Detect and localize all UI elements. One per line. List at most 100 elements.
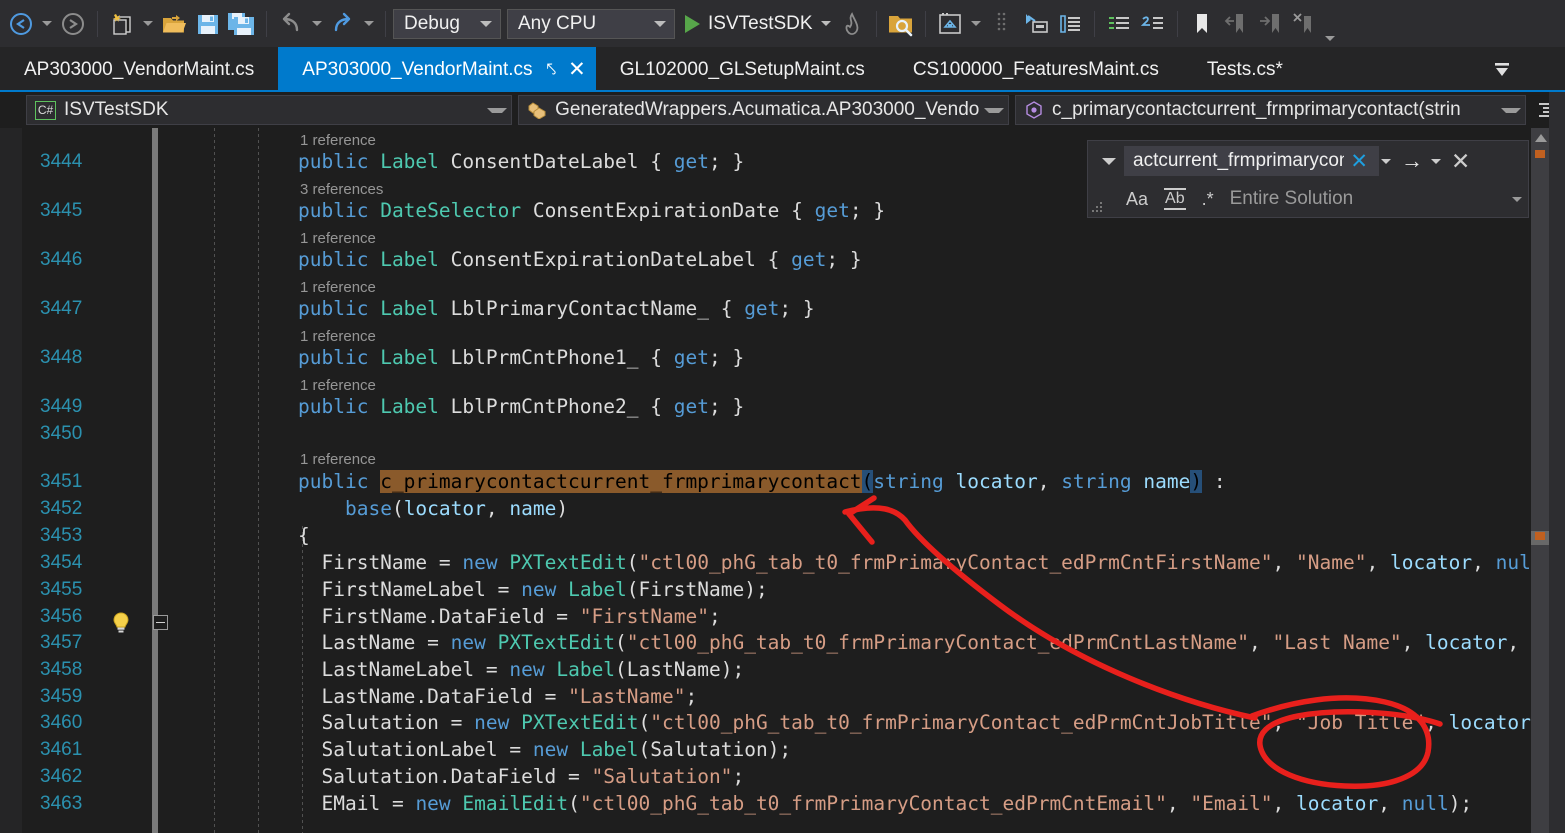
code-line[interactable]: 3450: [0, 420, 1565, 447]
code-line-text[interactable]: public Label LblPrimaryContactName_ { ge…: [298, 297, 815, 320]
next-bookmark-icon[interactable]: [1253, 4, 1287, 44]
toolbox-drag-handle[interactable]: [985, 4, 1019, 44]
navigate-backward-icon[interactable]: [4, 4, 38, 44]
code-line-text[interactable]: public c_primarycontactcurrent_frmprimar…: [298, 470, 1226, 493]
navigate-backward-dropdown[interactable]: [38, 21, 56, 26]
new-project-icon[interactable]: [105, 4, 139, 44]
codelens-reference-count[interactable]: 3 references: [300, 181, 383, 198]
code-line[interactable]: 3458 LastNameLabel = new Label(LastName)…: [0, 656, 1565, 683]
tab-tests[interactable]: Tests.cs*: [1183, 47, 1307, 92]
code-line[interactable]: 3459 LastName.DataField = "LastName";: [0, 683, 1565, 710]
match-case-toggle[interactable]: Aa: [1126, 189, 1148, 210]
find-options-dropdown-icon[interactable]: [1431, 158, 1441, 164]
find-next-icon[interactable]: →: [1395, 150, 1429, 172]
code-line-text[interactable]: FirstName.DataField = "FirstName";: [298, 605, 720, 628]
solution-explorer-dropdown[interactable]: [967, 21, 985, 26]
code-line[interactable]: 3447 public Label LblPrimaryContactName_ …: [0, 295, 1565, 322]
codelens-reference-count[interactable]: 1 reference: [300, 328, 376, 345]
save-all-icon[interactable]: [225, 4, 259, 44]
code-line-text[interactable]: public Label LblPrmCntPhone2_ { get; }: [298, 395, 744, 418]
codelens-reference-count[interactable]: 1 reference: [300, 279, 376, 296]
tab-overflow-button[interactable]: [1485, 47, 1519, 92]
code-line-text[interactable]: LastNameLabel = new Label(LastName);: [298, 658, 744, 681]
redo-dropdown[interactable]: [360, 21, 378, 26]
close-find-widget-icon[interactable]: ✕: [1445, 149, 1476, 173]
tab-ap303000-vendormaint-active[interactable]: AP303000_VendorMaint.cs ⤣ ✕: [278, 47, 596, 92]
code-line-text[interactable]: FirstNameLabel = new Label(FirstName);: [298, 578, 767, 601]
uncomment-selection-icon[interactable]: [1136, 4, 1170, 44]
code-line-text[interactable]: {: [298, 524, 310, 547]
toolbar-overflow-button[interactable]: [1321, 36, 1339, 47]
code-line[interactable]: 3448 public Label LblPrmCntPhone1_ { get;…: [0, 344, 1565, 371]
chevron-down-icon[interactable]: [820, 21, 831, 26]
comment-selection-icon[interactable]: [1102, 4, 1136, 44]
match-whole-word-toggle[interactable]: Ab: [1164, 188, 1186, 210]
code-line-text[interactable]: LastName.DataField = "LastName";: [298, 685, 697, 708]
class-view-icon[interactable]: [1053, 4, 1087, 44]
code-line-text[interactable]: FirstName = new PXTextEdit("ctl00_phG_ta…: [298, 551, 1565, 574]
scroll-up-icon[interactable]: [1535, 134, 1547, 142]
chevron-down-icon[interactable]: [1512, 196, 1522, 202]
codelens-reference-count[interactable]: 1 reference: [300, 230, 376, 247]
redo-icon[interactable]: [326, 4, 360, 44]
code-line[interactable]: 3461 SalutationLabel = new Label(Salutat…: [0, 736, 1565, 763]
new-project-dropdown[interactable]: [139, 21, 157, 26]
open-file-icon[interactable]: [157, 4, 191, 44]
hot-reload-icon[interactable]: [835, 4, 869, 44]
clear-bookmarks-icon[interactable]: [1287, 4, 1321, 44]
code-line[interactable]: 3449 public Label LblPrmCntPhone2_ { get;…: [0, 393, 1565, 420]
code-line-text[interactable]: Salutation = new PXTextEdit("ctl00_phG_t…: [298, 711, 1565, 734]
code-line[interactable]: 3446 public Label ConsentExpirationDateLa…: [0, 246, 1565, 273]
start-debug-button[interactable]: ISVTestSDK: [681, 7, 835, 41]
search-scope-label[interactable]: Entire Solution: [1230, 188, 1354, 210]
code-line[interactable]: 3455 FirstNameLabel = new Label(FirstNam…: [0, 576, 1565, 603]
code-editor[interactable]: 1 reference 3444 public Label ConsentDateL…: [0, 128, 1565, 833]
find-in-files-icon[interactable]: [884, 4, 918, 44]
code-line-text[interactable]: SalutationLabel = new Label(Salutation);: [298, 738, 791, 761]
tab-gl102000-glsetupmaint[interactable]: GL102000_GLSetupMaint.cs: [596, 47, 889, 92]
navigate-forward-icon[interactable]: [56, 4, 90, 44]
codelens-reference-count[interactable]: 1 reference: [300, 377, 376, 394]
find-input[interactable]: actcurrent_frmprimarycontact ✕: [1124, 146, 1379, 176]
previous-bookmark-icon[interactable]: [1219, 4, 1253, 44]
navbar-member-combo[interactable]: c_primarycontactcurrent_frmprimarycontac…: [1015, 95, 1526, 125]
close-tab-icon[interactable]: ✕: [568, 59, 586, 80]
solution-configuration-combo[interactable]: Debug: [393, 8, 501, 39]
code-line-text[interactable]: EMail = new EmailEdit("ctl00_phG_tab_t0_…: [298, 792, 1472, 815]
code-line[interactable]: 3454 FirstName = new PXTextEdit("ctl00_p…: [0, 549, 1565, 576]
code-line[interactable]: 3452 base(locator, name): [0, 495, 1565, 522]
collapse-region-toggle[interactable]: [153, 615, 168, 630]
navbar-project-combo[interactable]: C# ISVTestSDK: [26, 95, 513, 125]
use-regex-toggle[interactable]: .*: [1202, 189, 1214, 210]
navbar-type-combo[interactable]: GeneratedWrappers.Acumatica.AP303000_Ven…: [518, 95, 1010, 125]
code-line[interactable]: 3453 {: [0, 522, 1565, 549]
editor-vertical-scrollbar[interactable]: [1531, 128, 1549, 833]
code-line[interactable]: 3460 Salutation = new PXTextEdit("ctl00_…: [0, 709, 1565, 736]
codelens-reference-count[interactable]: 1 reference: [300, 132, 376, 149]
code-line[interactable]: 3456 FirstName.DataField = "FirstName";: [0, 603, 1565, 630]
find-widget-resize-grip[interactable]: [1092, 202, 1104, 214]
code-line-text[interactable]: public Label ConsentExpirationDateLabel …: [298, 248, 862, 271]
code-line-text[interactable]: public Label LblPrmCntPhone1_ { get; }: [298, 346, 744, 369]
save-icon[interactable]: [191, 4, 225, 44]
code-line[interactable]: 3462 Salutation.DataField = "Salutation"…: [0, 763, 1565, 790]
code-text-area[interactable]: 1 reference 3444 public Label ConsentDateL…: [0, 128, 1565, 833]
undo-dropdown[interactable]: [308, 21, 326, 26]
codelens-reference-count[interactable]: 1 reference: [300, 451, 376, 468]
code-line[interactable]: 3463 EMail = new EmailEdit("ctl00_phG_ta…: [0, 790, 1565, 817]
find-replace-widget[interactable]: actcurrent_frmprimarycontact ✕ → ✕ Aa Ab…: [1087, 140, 1529, 218]
clear-search-icon[interactable]: ✕: [1344, 151, 1374, 172]
code-line-text[interactable]: public Label ConsentDateLabel { get; }: [298, 150, 744, 173]
code-line-text[interactable]: Salutation.DataField = "Salutation";: [298, 765, 744, 788]
find-history-dropdown-icon[interactable]: [1381, 158, 1391, 164]
solution-platform-combo[interactable]: Any CPU: [507, 8, 675, 39]
properties-window-icon[interactable]: [1019, 4, 1053, 44]
code-line-text[interactable]: base(locator, name): [298, 497, 568, 520]
undo-icon[interactable]: [274, 4, 308, 44]
bookmark-icon[interactable]: [1185, 4, 1219, 44]
tab-cs100000-featuresmaint[interactable]: CS100000_FeaturesMaint.cs: [889, 47, 1183, 92]
pin-tab-icon[interactable]: ⤣: [547, 60, 557, 80]
tab-ap303000-vendormaint-1[interactable]: AP303000_VendorMaint.cs: [0, 47, 278, 92]
code-line[interactable]: 3457 LastName = new PXTextEdit("ctl00_ph…: [0, 629, 1565, 656]
code-line[interactable]: 3451 public c_primarycontactcurrent_frmpr…: [0, 468, 1565, 495]
